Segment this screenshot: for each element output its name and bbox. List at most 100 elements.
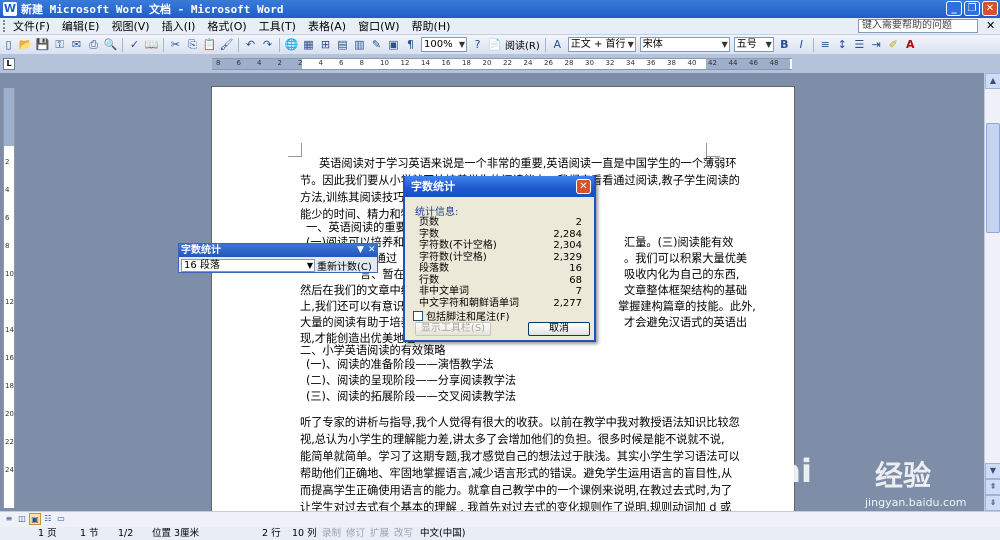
read-icon[interactable]: 📄	[487, 37, 502, 52]
vertical-ruler[interactable]: 2 4 6 8 10 12 14 16 18 20 22 24	[3, 88, 15, 508]
scroll-thumb[interactable]	[986, 123, 1000, 233]
vertical-scrollbar[interactable]: ▲ ▼ ⇞ ⇟	[984, 73, 1000, 511]
minimize-button[interactable]: _	[946, 1, 962, 16]
menu-format[interactable]: 格式(O)	[201, 18, 252, 34]
format-painter-icon[interactable]: 🖌	[219, 37, 234, 52]
align-icon[interactable]: ≡	[818, 37, 833, 52]
include-footnotes-label: 包括脚注和尾注(F)	[426, 312, 510, 323]
spelling-icon[interactable]: ✓	[127, 37, 142, 52]
vertical-ruler-tick: 24	[5, 466, 14, 474]
columns-icon[interactable]: ▥	[352, 37, 367, 52]
save-icon[interactable]: 💾	[35, 37, 50, 52]
cancel-button[interactable]: 取消	[528, 322, 590, 336]
toolbar-options-icon[interactable]: ▼	[357, 244, 364, 257]
dialog-close-button[interactable]: ✕	[576, 179, 591, 194]
ruler-tick: 6	[339, 59, 344, 67]
undo-icon[interactable]: ↶	[243, 37, 258, 52]
highlight-icon[interactable]: ✐	[886, 37, 901, 52]
ruler-tick: 20	[482, 59, 492, 67]
word-count-stat-select[interactable]: 16 段落 ▼	[181, 258, 315, 272]
copy-icon[interactable]: ⎘	[185, 37, 200, 52]
outline-view-icon[interactable]: ☷	[42, 513, 54, 525]
indent-icon[interactable]: ⇥	[869, 37, 884, 52]
normal-view-icon[interactable]: ≡	[3, 513, 15, 525]
insert-table-icon[interactable]: ⊞	[318, 37, 333, 52]
hyperlink-icon[interactable]: 🌐	[284, 37, 299, 52]
style-select[interactable]: 正文 + 首行 ▼	[567, 37, 636, 52]
styles-icon[interactable]: A	[550, 37, 565, 52]
statistic-label: 字数	[419, 228, 439, 240]
bold-icon[interactable]: B	[777, 37, 792, 52]
statistic-label: 字符数(不计空格)	[419, 240, 497, 251]
statistic-label: 字符数(计空格)	[419, 251, 487, 263]
menu-help[interactable]: 帮助(H)	[406, 18, 457, 34]
show-toolbar-button[interactable]: 显示工具栏(S)	[415, 322, 491, 336]
document-line-fragment: 汇量。(三)阅读能有效	[624, 236, 734, 249]
restore-button[interactable]: ❐	[964, 1, 980, 16]
line-spacing-icon[interactable]: ↕	[835, 37, 850, 52]
document-map-icon[interactable]: ▣	[386, 37, 401, 52]
paste-icon[interactable]: 📋	[202, 37, 217, 52]
word-app-icon[interactable]: W	[3, 2, 17, 16]
print-layout-view-icon[interactable]: ▣	[29, 513, 41, 525]
menu-insert[interactable]: 插入(I)	[156, 18, 202, 34]
reading-view-icon[interactable]: ▭	[55, 513, 67, 525]
italic-icon[interactable]: I	[794, 37, 809, 52]
open-icon[interactable]: 📂	[18, 37, 33, 52]
font-size-select[interactable]: 五号 ▼	[733, 37, 774, 52]
tables-borders-icon[interactable]: ▦	[301, 37, 316, 52]
statistics-list: 页数 2 字数 2,284 字符数(不计空格) 2,304 字符数(计空格) 2,329 段落数…	[419, 217, 582, 309]
document-close-icon[interactable]: ✕	[986, 19, 995, 32]
next-page-icon[interactable]: ⇟	[985, 495, 1000, 511]
cut-icon[interactable]: ✂	[168, 37, 183, 52]
toolbar: ▯ 📂 💾 ⚿ ✉ ⎙ 🔍 ✓ 📖 ✂ ⎘ 📋 🖌 ↶ ↷ 🌐 ▦ ⊞ ▤ ▥ …	[0, 35, 1000, 55]
menu-file[interactable]: 文件(F)	[7, 18, 56, 34]
drawing-icon[interactable]: ✎	[369, 37, 384, 52]
statistics-group-label: 统计信息:	[415, 207, 459, 218]
scroll-up-icon[interactable]: ▲	[985, 73, 1000, 89]
insert-excel-icon[interactable]: ▤	[335, 37, 350, 52]
ruler-tick: 36	[646, 59, 656, 67]
status-track-changes[interactable]: 修订	[346, 527, 365, 540]
help-icon[interactable]: ?	[470, 37, 485, 52]
ruler-tick: 4	[257, 59, 262, 67]
email-icon[interactable]: ✉	[69, 37, 84, 52]
horizontal-scrollbar[interactable]: ≡ ◫ ▣ ☷ ▭	[0, 511, 1000, 527]
font-select[interactable]: 宋体 ▼	[639, 37, 730, 52]
vertical-ruler-tick: 16	[5, 354, 14, 362]
font-color-icon[interactable]: A	[903, 37, 918, 52]
print-icon[interactable]: ⎙	[86, 37, 101, 52]
dialog-title-bar[interactable]: 字数统计 ✕	[405, 176, 594, 197]
recount-button[interactable]: 重新计数(C)	[317, 258, 372, 273]
horizontal-ruler[interactable]: 8 6 4 2 2 4 6 8 10 12 14 16 18 20 22 24 26 28 30 32 34 36 38 40…	[212, 58, 792, 70]
menu-view[interactable]: 视图(V)	[105, 18, 155, 34]
help-question-input[interactable]: 键入需要帮助的问题	[858, 19, 978, 33]
web-view-icon[interactable]: ◫	[16, 513, 28, 525]
ruler-tick: 24	[523, 59, 533, 67]
numbering-icon[interactable]: ☰	[852, 37, 867, 52]
tab-selector[interactable]: L	[3, 58, 15, 70]
statistic-row: 段落数 16	[419, 263, 582, 275]
toolbar-close-icon[interactable]: ✕	[368, 244, 376, 257]
word-count-toolbar-title[interactable]: 字数统计 ▼ ✕	[179, 244, 377, 257]
previous-page-icon[interactable]: ⇞	[985, 479, 1000, 495]
ruler-tick: 26	[544, 59, 553, 67]
status-extend[interactable]: 扩展	[370, 527, 389, 540]
redo-icon[interactable]: ↷	[260, 37, 275, 52]
status-overtype[interactable]: 改写	[394, 527, 413, 540]
print-preview-icon[interactable]: 🔍	[103, 37, 118, 52]
permission-icon[interactable]: ⚿	[52, 37, 67, 52]
close-button[interactable]: ✕	[982, 1, 998, 16]
scroll-down-icon[interactable]: ▼	[985, 463, 1000, 479]
research-icon[interactable]: 📖	[144, 37, 159, 52]
include-footnotes-checkbox[interactable]	[413, 310, 423, 321]
zoom-select[interactable]: 100% ▼	[421, 37, 467, 52]
menu-table[interactable]: 表格(A)	[302, 18, 352, 34]
menu-window[interactable]: 窗口(W)	[352, 18, 405, 34]
menu-edit[interactable]: 编辑(E)	[56, 18, 106, 34]
status-record[interactable]: 录制	[322, 527, 341, 540]
read-button[interactable]: 阅读(R)	[505, 37, 540, 52]
show-hide-icon[interactable]: ¶	[403, 37, 418, 52]
menu-tools[interactable]: 工具(T)	[253, 18, 302, 34]
new-document-icon[interactable]: ▯	[1, 37, 16, 52]
